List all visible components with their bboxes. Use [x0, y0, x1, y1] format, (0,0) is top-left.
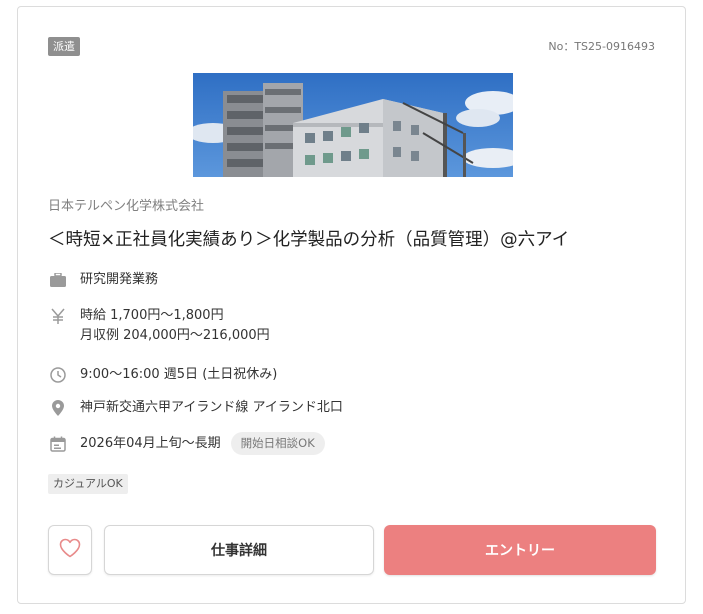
- wage-row: 時給 1,700円〜1,800円 月収例 204,000円〜216,000円: [48, 306, 270, 346]
- favorite-button[interactable]: [48, 525, 92, 575]
- heart-outline-icon: [59, 538, 81, 562]
- job-card: 派遣 No：TS25-0916493 日本テルペン化学株式会社 ＜時短×正社員化…: [17, 6, 686, 604]
- job-category: 研究開発業務: [80, 272, 159, 287]
- map-pin-icon: [48, 398, 68, 418]
- briefcase-icon: [48, 270, 68, 290]
- job-type-badge: 派遣: [48, 37, 80, 56]
- yen-icon: [48, 306, 68, 326]
- casual-tag: カジュアルOK: [48, 474, 128, 494]
- entry-button[interactable]: エントリー: [384, 525, 656, 575]
- job-detail-button[interactable]: 仕事詳細: [104, 525, 374, 575]
- job-category-row: 研究開発業務: [48, 270, 158, 290]
- work-location: 神戸新交通六甲アイランド線 アイランド北口: [80, 400, 343, 415]
- work-hours: 9:00〜16:00 週5日 (土日祝休み): [80, 367, 278, 382]
- wage-hourly: 時給 1,700円〜1,800円: [80, 308, 224, 323]
- hours-row: 9:00〜16:00 週5日 (土日祝休み): [48, 365, 277, 385]
- period-row: 2026年04月上旬〜長期 開始日相談OK: [48, 432, 325, 455]
- location-row: 神戸新交通六甲アイランド線 アイランド北口: [48, 398, 343, 418]
- wage-monthly: 月収例 204,000円〜216,000円: [80, 328, 270, 343]
- job-photo: [193, 73, 513, 177]
- calendar-icon: [48, 434, 68, 454]
- work-period: 2026年04月上旬〜長期: [80, 435, 221, 451]
- start-date-tag: 開始日相談OK: [230, 432, 325, 455]
- clock-icon: [48, 365, 68, 385]
- company-name: 日本テルペン化学株式会社: [48, 199, 205, 214]
- job-title[interactable]: ＜時短×正社員化実績あり＞化学製品の分析（品質管理）@六アイ: [48, 228, 569, 252]
- job-number: No：TS25-0916493: [548, 40, 655, 53]
